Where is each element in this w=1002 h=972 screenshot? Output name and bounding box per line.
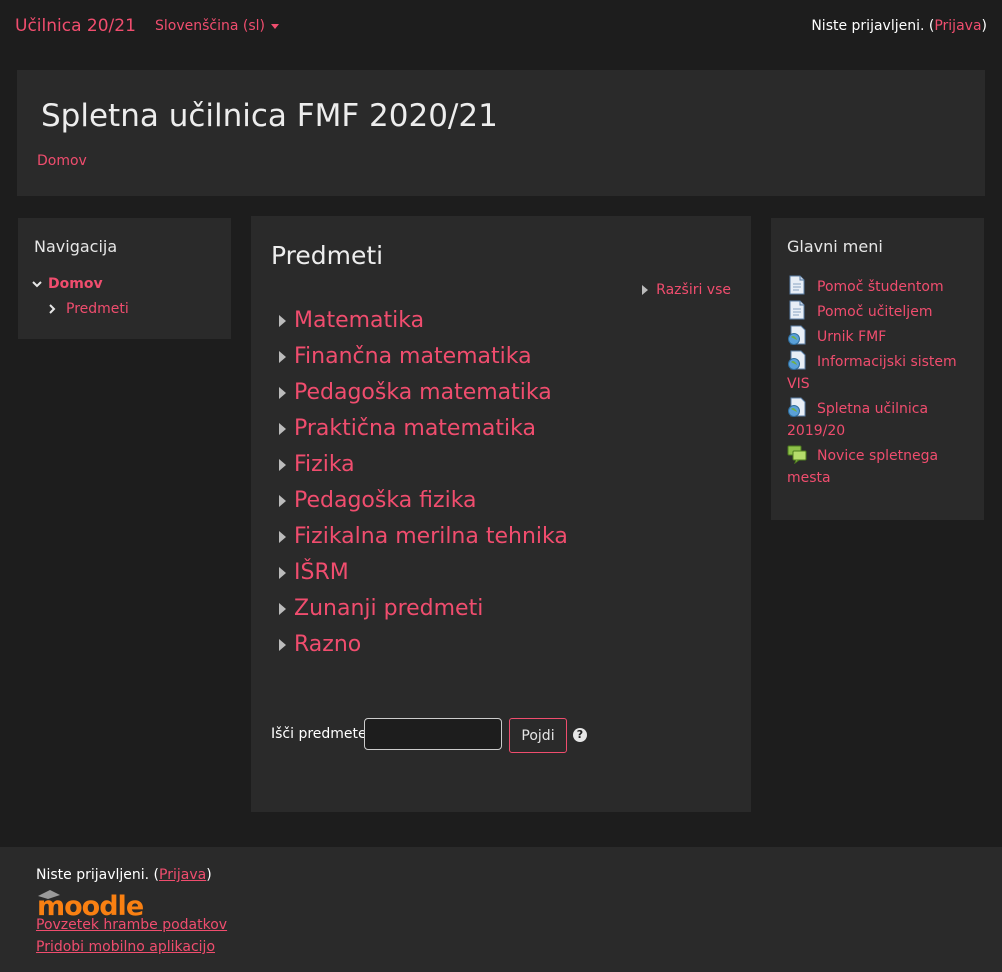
main-menu-block: Glavni meni Pomoč študentom Pomoč učitelj…: [771, 218, 984, 520]
help-icon[interactable]: ?: [573, 728, 587, 742]
course-category[interactable]: Pedagoška matematika: [279, 379, 552, 407]
moodle-logo-icon: moodle: [37, 890, 144, 922]
caret-right-icon: [279, 567, 286, 579]
expand-all-label: Razširi vse: [656, 282, 731, 298]
courses-title: Predmeti: [271, 241, 384, 270]
chevron-down-icon: [32, 281, 42, 288]
main-menu-item-label: Informacijski sistem VIS: [787, 354, 957, 392]
course-category[interactable]: Matematika: [279, 307, 424, 335]
caret-right-icon: [279, 315, 286, 327]
course-category-label: Praktična matematika: [294, 416, 536, 441]
course-category-label: Matematika: [294, 308, 425, 333]
caret-right-icon: [279, 387, 286, 399]
url-globe-icon: [788, 325, 806, 345]
main-menu-item-label: Pomoč študentom: [817, 279, 944, 295]
course-category-label: Fizika: [294, 452, 355, 477]
caret-right-icon: [279, 495, 286, 507]
course-category-label: Fizikalna merilna tehnika: [294, 524, 568, 549]
site-brand-link[interactable]: Učilnica 20/21: [15, 16, 136, 36]
navigation-block: Navigacija Domov Predmeti: [18, 218, 231, 339]
caret-right-icon: [279, 459, 286, 471]
caret-right-icon: [279, 531, 286, 543]
search-go-button[interactable]: Pojdi: [509, 718, 567, 753]
login-link[interactable]: Prijava: [934, 18, 981, 34]
course-category[interactable]: Pedagoška fizika: [279, 487, 477, 515]
main-menu-item[interactable]: Novice spletnega mesta: [787, 445, 967, 489]
page-title: Spletna učilnica FMF 2020/21: [41, 98, 498, 134]
nav-item-home-label: Domov: [48, 276, 103, 292]
document-icon: [789, 275, 805, 295]
footer-login-close: ): [206, 867, 212, 883]
course-category-label: Pedagoška fizika: [294, 488, 477, 513]
language-label: Slovenščina (sl): [155, 18, 266, 34]
caret-right-icon: [279, 603, 286, 615]
main-menu-item-label: Pomoč učiteljem: [817, 304, 933, 320]
search-courses-label: Išči predmete: [271, 726, 367, 742]
data-retention-link[interactable]: Povzetek hrambe podatkov: [36, 917, 227, 933]
main-menu-item[interactable]: Urnik FMF: [787, 325, 967, 348]
language-menu[interactable]: Slovenščina (sl): [155, 18, 280, 34]
course-category-label: Pedagoška matematika: [294, 380, 552, 405]
main-menu-item[interactable]: Spletna učilnica 2019/20: [787, 397, 967, 442]
footer-login-link[interactable]: Prijava: [159, 867, 206, 883]
main-menu-item[interactable]: Informacijski sistem VIS: [787, 350, 967, 395]
nav-item-courses-label: Predmeti: [66, 301, 129, 317]
main-menu-item[interactable]: Pomoč učiteljem: [787, 300, 967, 323]
navbar: Učilnica 20/21 Slovenščina (sl) Niste pr…: [0, 0, 1002, 52]
page-header: Spletna učilnica FMF 2020/21 Domov: [17, 70, 985, 196]
footer-login-text: Niste prijavljeni. (: [36, 867, 160, 883]
nav-item-courses[interactable]: Predmeti: [48, 301, 129, 317]
main-menu-item[interactable]: Pomoč študentom: [787, 275, 967, 298]
course-category-label: Zunanji predmeti: [294, 596, 484, 621]
main-menu-title: Glavni meni: [787, 237, 883, 256]
nav-item-home[interactable]: Domov: [32, 276, 103, 292]
course-category[interactable]: Razno: [279, 631, 361, 659]
login-close: ): [981, 18, 987, 34]
expand-all-link[interactable]: Razširi vse: [642, 282, 731, 298]
login-text: Niste prijavljeni. (: [811, 18, 935, 34]
course-category[interactable]: IŠRM: [279, 559, 349, 587]
course-category[interactable]: Fizikalna merilna tehnika: [279, 523, 568, 551]
caret-down-icon: [271, 23, 280, 29]
chevron-right-icon: [49, 304, 56, 314]
main-menu-item-label: Urnik FMF: [817, 329, 887, 345]
url-globe-icon: [788, 397, 806, 417]
course-category[interactable]: Fizika: [279, 451, 355, 479]
course-category-label: Razno: [294, 632, 362, 657]
page-footer: Niste prijavljeni. (Prijava) moodle Povz…: [0, 847, 1002, 972]
course-category[interactable]: Praktična matematika: [279, 415, 536, 443]
breadcrumb-home[interactable]: Domov: [37, 153, 87, 169]
course-category[interactable]: Zunanji predmeti: [279, 595, 483, 623]
mobile-app-link[interactable]: Pridobi mobilno aplikacijo: [36, 939, 215, 955]
course-category-label: Finančna matematika: [294, 344, 532, 369]
forum-icon: [787, 445, 807, 464]
svg-text:moodle: moodle: [37, 891, 143, 919]
main-menu-item-label: Novice spletnega mesta: [787, 448, 939, 486]
navigation-title: Navigacija: [34, 237, 118, 256]
caret-right-icon: [642, 285, 649, 295]
footer-login-info: Niste prijavljeni. (Prijava): [36, 867, 212, 883]
main-content: Predmeti Razširi vse Matematika Finančna …: [251, 216, 751, 812]
caret-right-icon: [279, 351, 286, 363]
document-icon: [789, 300, 805, 320]
caret-right-icon: [279, 423, 286, 435]
url-globe-icon: [788, 350, 806, 370]
course-category-label: IŠRM: [294, 560, 349, 585]
login-info: Niste prijavljeni. (Prijava): [811, 18, 987, 34]
caret-right-icon: [279, 639, 286, 651]
main-menu-item-label: Spletna učilnica 2019/20: [787, 401, 929, 439]
course-category[interactable]: Finančna matematika: [279, 343, 532, 371]
search-courses-input[interactable]: [364, 718, 502, 750]
